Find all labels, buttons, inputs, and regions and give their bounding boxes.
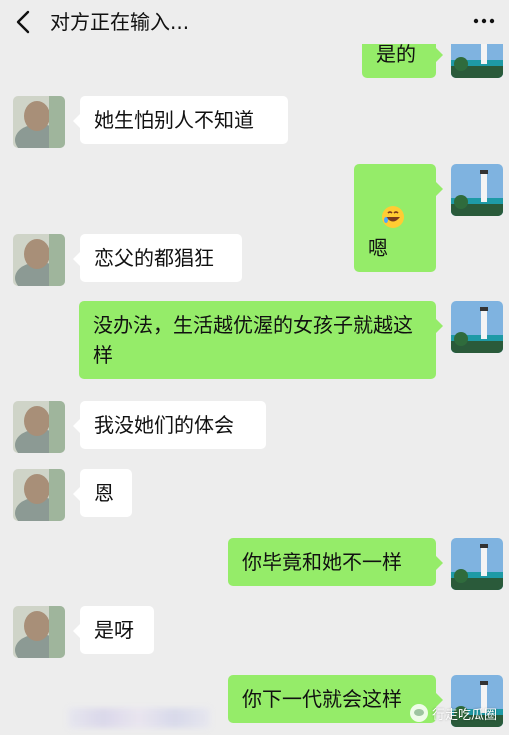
chat-title: 对方正在输入... (50, 10, 190, 34)
message-bubble-other[interactable]: 我没她们的体会 (73, 401, 266, 449)
grinning-sweat-face-icon (381, 206, 404, 228)
avatar-other[interactable] (13, 469, 65, 521)
watermark-text: 行走吃瓜圈 (431, 707, 497, 723)
watermark-logo-icon (409, 704, 428, 722)
message-bubble-self[interactable]: 你下一代就会这样 (228, 675, 443, 723)
avatar-other[interactable] (13, 234, 65, 286)
watermark: 行走吃瓜圈 (409, 700, 497, 726)
message-bubble-other[interactable]: 恋父的都猖狂 (73, 234, 242, 282)
avatar-self[interactable] (451, 538, 503, 590)
avatar-other[interactable] (13, 606, 65, 658)
message-bubble-self[interactable]: 你毕竟和她不一样 (228, 538, 443, 586)
message-text: 嗯 (368, 236, 388, 260)
avatar-self[interactable] (451, 301, 503, 353)
message-bubble-self[interactable]: 没办法，生活越优渥的女孩子就越这样 (79, 301, 443, 379)
more-dots-icon[interactable] (473, 14, 495, 28)
message-bubble-other[interactable]: 恩 (73, 469, 132, 517)
message-bubble-self[interactable]: 嗯 (354, 164, 443, 272)
avatar-self[interactable] (451, 164, 503, 216)
avatar-other[interactable] (13, 401, 65, 453)
chat-header: 对方正在输入... (0, 0, 509, 44)
blurred-region (68, 708, 210, 728)
message-bubble-other[interactable]: 是呀 (73, 606, 154, 654)
avatar-other[interactable] (13, 96, 65, 148)
message-bubble-other[interactable]: 她生怕别人不知道 (73, 96, 288, 144)
chevron-left-icon[interactable] (14, 9, 32, 35)
